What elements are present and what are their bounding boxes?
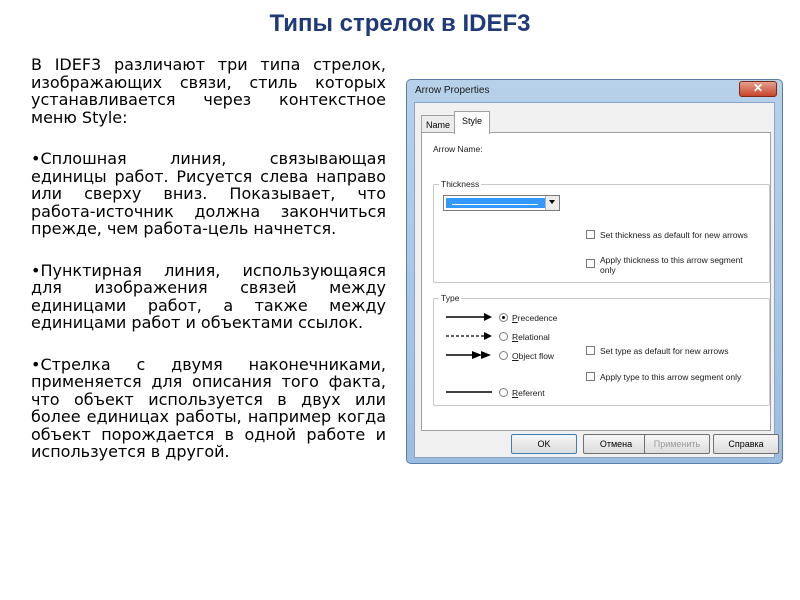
thickness-apply-label-cont: only bbox=[600, 265, 616, 275]
close-button[interactable]: ✕ bbox=[739, 81, 777, 97]
help-button[interactable]: Справка bbox=[713, 434, 779, 454]
object-flow-radio[interactable] bbox=[499, 351, 508, 360]
thickness-line-sample bbox=[452, 204, 538, 205]
chevron-down-icon bbox=[549, 200, 555, 204]
dialog-client-area: Name Style Arrow Name: Thickness Set thi… bbox=[414, 102, 775, 458]
referent-radio[interactable] bbox=[499, 388, 508, 397]
paragraph-dashed-line: •Пунктирная линия, использующаяся для из… bbox=[31, 260, 386, 332]
thickness-group: Thickness Set thickness as default for n… bbox=[433, 179, 770, 283]
arrow-properties-dialog: Arrow Properties ✕ Name Style Arrow Name… bbox=[406, 79, 783, 464]
close-icon: ✕ bbox=[752, 81, 764, 95]
tab-style[interactable]: Style bbox=[454, 111, 490, 134]
arrow-name-label: Arrow Name: bbox=[433, 144, 483, 154]
referent-label: Referent bbox=[512, 388, 545, 398]
precedence-arrow-icon bbox=[446, 313, 492, 321]
slide-title: Типы стрелок в IDEF3 bbox=[269, 10, 531, 37]
apply-button[interactable]: Применить bbox=[644, 434, 710, 454]
object-flow-arrow-icon bbox=[446, 351, 491, 359]
thickness-default-checkbox[interactable] bbox=[586, 230, 595, 239]
paragraph-solid-line: •Сплошная линия, связывающая единицы раб… bbox=[31, 149, 386, 238]
precedence-label: Precedence bbox=[512, 313, 558, 323]
tab-name[interactable]: Name bbox=[421, 115, 455, 133]
type-default-label: Set type as default for new arrows bbox=[600, 346, 729, 356]
precedence-radio[interactable] bbox=[499, 313, 508, 322]
thickness-apply-label: Apply thickness to this arrow segment bbox=[600, 255, 743, 265]
paragraph-double-arrow: •Стрелка с двумя наконечниками, применяе… bbox=[31, 354, 386, 461]
type-default-checkbox[interactable] bbox=[586, 346, 595, 355]
type-apply-label: Apply type to this arrow segment only bbox=[600, 372, 742, 382]
paragraph-intro: В IDEF3 различают три типа стрелок, изоб… bbox=[31, 55, 386, 127]
dropdown-button[interactable] bbox=[545, 196, 559, 210]
thickness-apply-checkbox[interactable] bbox=[586, 259, 595, 268]
body-text: В IDEF3 различают три типа стрелок, изоб… bbox=[31, 56, 386, 485]
type-apply-checkbox[interactable] bbox=[586, 372, 595, 381]
thickness-legend: Thickness bbox=[439, 179, 482, 189]
style-tab-panel: Arrow Name: Thickness Set thickness as d… bbox=[421, 132, 771, 431]
cancel-button[interactable]: Отмена bbox=[583, 434, 649, 454]
object-flow-label: Object flow bbox=[512, 351, 555, 361]
type-group: Type Precedence Relational Object flow R… bbox=[433, 293, 770, 406]
relational-label: Relational bbox=[512, 332, 550, 342]
ok-button[interactable]: OK bbox=[511, 434, 577, 454]
relational-arrow-icon bbox=[446, 332, 492, 340]
dialog-title: Arrow Properties bbox=[415, 85, 490, 96]
thickness-select[interactable] bbox=[443, 195, 560, 211]
relational-radio[interactable] bbox=[499, 332, 508, 341]
thickness-selected-value bbox=[446, 198, 545, 208]
thickness-default-label: Set thickness as default for new arrows bbox=[600, 230, 748, 240]
